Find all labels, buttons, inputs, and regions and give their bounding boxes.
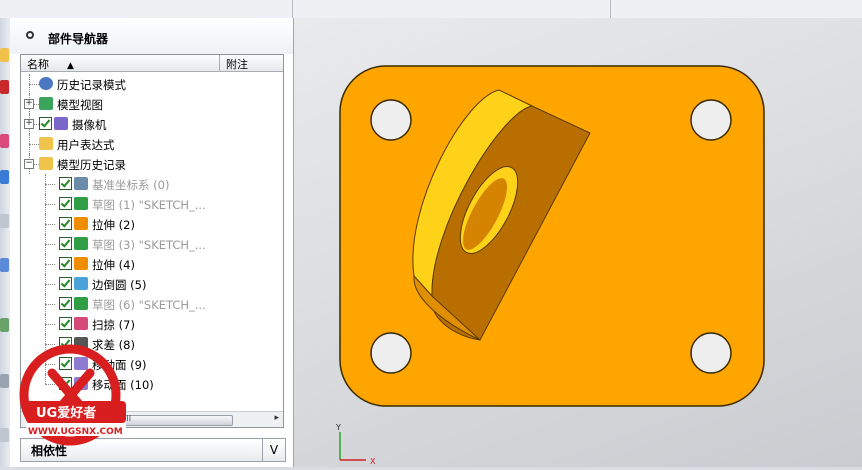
tool-icon[interactable] <box>0 428 9 442</box>
scroll-right-arrow[interactable]: ▸ <box>274 413 279 423</box>
camera-icon <box>54 117 68 130</box>
visibility-checkbox[interactable] <box>59 257 72 270</box>
visibility-checkbox[interactable] <box>59 237 72 250</box>
tree-node-label: 模型视图 <box>57 98 103 112</box>
tree-node[interactable]: 基准坐标系 (0) <box>21 174 283 194</box>
pin-icon[interactable] <box>26 31 34 39</box>
tool-icon[interactable] <box>0 48 9 62</box>
coordinate-triad: Y X <box>330 420 390 467</box>
extrude-icon <box>74 257 88 270</box>
tree-node[interactable]: 历史记录模式 <box>21 74 283 94</box>
top-toolbar <box>0 0 862 19</box>
folder-icon <box>39 157 53 170</box>
tree-node-label: 用户表达式 <box>57 138 115 152</box>
tree-node[interactable]: 扫掠 (7) <box>21 314 283 334</box>
edge-blend-icon <box>74 277 88 290</box>
collapse-icon[interactable]: − <box>24 159 34 169</box>
mounting-hole[interactable] <box>690 332 732 374</box>
tree-node-label: 拉伸 (4) <box>92 258 135 272</box>
visibility-checkbox[interactable] <box>59 197 72 210</box>
panel-header: 部件导航器 <box>10 18 293 54</box>
tree-node[interactable]: + 模型视图 <box>21 94 283 114</box>
chevron-down-icon[interactable]: V <box>262 439 285 461</box>
tree-node[interactable]: 拉伸 (2) <box>21 214 283 234</box>
visibility-checkbox[interactable] <box>59 297 72 310</box>
toolbar-separator <box>610 0 611 18</box>
sketch-icon <box>74 197 88 210</box>
visibility-checkbox[interactable] <box>59 317 72 330</box>
watermark-url: WWW.UGSNX.COM <box>28 427 123 437</box>
column-note-header[interactable]: 附注 <box>226 56 248 72</box>
tree-node[interactable]: 草图 (1) "SKETCH_... <box>21 194 283 214</box>
tree-node-label: 基准坐标系 (0) <box>92 178 170 192</box>
extrude-icon <box>74 217 88 230</box>
visibility-checkbox[interactable] <box>59 277 72 290</box>
tree-node[interactable]: 拉伸 (4) <box>21 254 283 274</box>
tree-node-label: 模型历史记录 <box>57 158 126 172</box>
tree-node[interactable]: − 模型历史记录 <box>21 154 283 174</box>
tree-node-label: 边倒圆 (5) <box>92 278 147 292</box>
tree-node[interactable]: 用户表达式 <box>21 134 283 154</box>
model-view-icon <box>39 97 53 110</box>
tree-node-label: 草图 (3) "SKETCH_... <box>92 238 206 252</box>
expand-icon[interactable]: + <box>24 99 34 109</box>
tree-node-label: 草图 (6) "SKETCH_... <box>92 298 206 312</box>
tree-node[interactable]: 边倒圆 (5) <box>21 274 283 294</box>
scroll-thumb[interactable]: III <box>121 414 233 426</box>
tree-node[interactable]: 草图 (6) "SKETCH_... <box>21 294 283 314</box>
tree-node-label: 拉伸 (2) <box>92 218 135 232</box>
tool-icon[interactable] <box>0 258 9 272</box>
mounting-hole[interactable] <box>690 99 732 141</box>
part-model[interactable] <box>294 18 862 467</box>
tree-node-label: 摄像机 <box>72 118 107 132</box>
expand-icon[interactable]: + <box>24 119 34 129</box>
tree-header: 名称 ▲ 附注 <box>21 55 283 72</box>
toolbar-separator <box>292 0 293 18</box>
graphics-window[interactable] <box>294 18 862 467</box>
tree-node[interactable]: 草图 (3) "SKETCH_... <box>21 234 283 254</box>
tree-node[interactable]: + 摄像机 <box>21 114 283 134</box>
visibility-checkbox[interactable] <box>59 177 72 190</box>
triad-y-label: Y <box>335 423 341 432</box>
panel-title: 部件导航器 <box>48 32 109 46</box>
tool-icon[interactable] <box>0 134 9 148</box>
watermark-brand: UG爱好者 <box>36 405 96 421</box>
tool-icon[interactable] <box>0 170 9 184</box>
swept-icon <box>74 317 88 330</box>
visibility-checkbox[interactable] <box>39 117 52 130</box>
mounting-hole[interactable] <box>370 99 412 141</box>
watermark-logo: UG爱好者 WWW.UGSNX.COM <box>12 343 134 457</box>
triad-x-label: X <box>370 457 376 466</box>
tool-icon[interactable] <box>0 80 9 94</box>
tool-icon[interactable] <box>0 374 9 388</box>
tree-node-label: 历史记录模式 <box>57 78 126 92</box>
column-name-header[interactable]: 名称 ▲ <box>27 56 74 72</box>
folder-icon <box>39 137 53 150</box>
sketch-icon <box>74 297 88 310</box>
clock-icon <box>39 77 53 90</box>
tool-icon[interactable] <box>0 318 9 332</box>
tool-icon[interactable] <box>0 214 9 228</box>
datum-csys-icon <box>74 177 88 190</box>
mounting-hole[interactable] <box>370 332 412 374</box>
tree-node-label: 扫掠 (7) <box>92 318 135 332</box>
sort-ascending-icon: ▲ <box>67 61 74 71</box>
visibility-checkbox[interactable] <box>59 217 72 230</box>
sketch-icon <box>74 237 88 250</box>
tree-node-label: 草图 (1) "SKETCH_... <box>92 198 206 212</box>
